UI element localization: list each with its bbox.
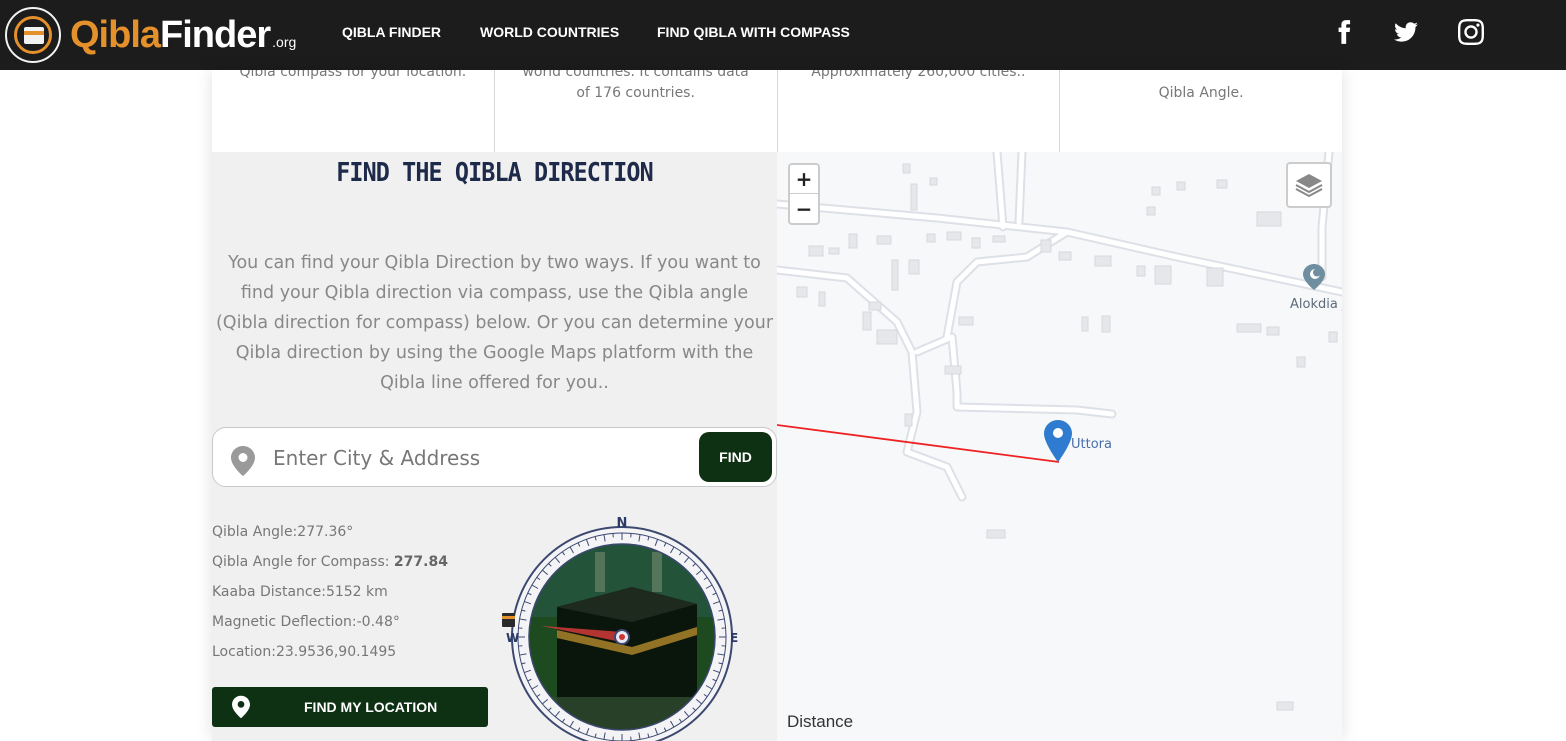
facebook-icon[interactable] <box>1330 18 1358 46</box>
compass-east-label: E <box>730 631 738 645</box>
qibla-compass-angle-row: Qibla Angle for Compass: 277.84 <box>212 554 448 570</box>
twitter-icon[interactable] <box>1392 18 1420 46</box>
location-pin-icon <box>231 446 255 476</box>
mosque-poi-icon[interactable] <box>1303 264 1325 290</box>
qibla-finder-panel: FIND THE QIBLA DIRECTION You can find yo… <box>212 152 777 741</box>
zoom-in-button[interactable]: + <box>790 165 818 194</box>
marker-label: Uttora <box>1071 437 1112 452</box>
feature-card-qibla-compass[interactable]: Qibla compass for your location. <box>212 70 495 152</box>
main-content: Qibla compass for your location. world c… <box>212 70 1342 741</box>
section-title: FIND THE QIBLA DIRECTION <box>336 158 653 188</box>
distance-label: Distance <box>787 712 854 731</box>
location-pin-icon <box>232 695 250 719</box>
feature-card-cities[interactable]: Approximately 260,000 cities.. <box>778 70 1061 152</box>
find-button[interactable]: FIND <box>699 432 772 482</box>
magnetic-deflection-row: Magnetic Deflection:-0.48° <box>212 614 400 630</box>
logo-wordmark: QiblaFinder .org <box>70 14 297 56</box>
map-layers-button[interactable] <box>1286 162 1332 208</box>
compass-west-label: W <box>506 631 519 645</box>
intro-text: You can find your Qibla Direction by two… <box>215 253 774 393</box>
nav-world-countries[interactable]: WORLD COUNTRIES <box>480 0 619 64</box>
qibla-info-list: Qibla Angle:277.36° Qibla Angle for Comp… <box>212 522 448 672</box>
poi-label[interactable]: Alokdia j <box>1290 297 1342 312</box>
location-row: Location:23.9536,90.1495 <box>212 644 397 660</box>
top-navigation-bar: QiblaFinder .org QIBLA FINDER WORLD COUNT… <box>0 0 1566 70</box>
feature-card-qibla-angle[interactable]: Qibla Angle. <box>1060 70 1342 152</box>
kaaba-direction-icon <box>502 613 515 627</box>
address-search-box: FIND <box>212 427 777 487</box>
feature-cards: Qibla compass for your location. world c… <box>212 70 1342 152</box>
zoom-out-button[interactable]: − <box>790 194 818 223</box>
nav-qibla-finder[interactable]: QIBLA FINDER <box>342 0 441 64</box>
layers-icon <box>1295 174 1323 198</box>
address-input[interactable] <box>273 440 693 476</box>
qibla-map[interactable]: + − Alokdia j Uttora Distance <box>777 152 1342 741</box>
find-my-location-button[interactable]: FIND MY LOCATION <box>212 687 488 727</box>
map-zoom-control: + − <box>788 163 820 225</box>
feature-card-world-countries[interactable]: world countries. It contains data of 176 … <box>495 70 778 152</box>
compass-north-label: N <box>617 516 628 531</box>
instagram-icon[interactable] <box>1457 18 1485 46</box>
site-logo[interactable]: QiblaFinder .org <box>5 6 296 64</box>
kaaba-distance-row: Kaaba Distance:5152 km <box>212 584 388 600</box>
nav-find-qibla-with-compass[interactable]: FIND QIBLA WITH COMPASS <box>657 0 850 64</box>
qibla-angle-row: Qibla Angle:277.36° <box>212 524 354 540</box>
kaaba-logo-icon <box>5 7 61 63</box>
qibla-compass: N W E <box>502 516 738 741</box>
location-marker-icon[interactable] <box>1044 420 1072 462</box>
